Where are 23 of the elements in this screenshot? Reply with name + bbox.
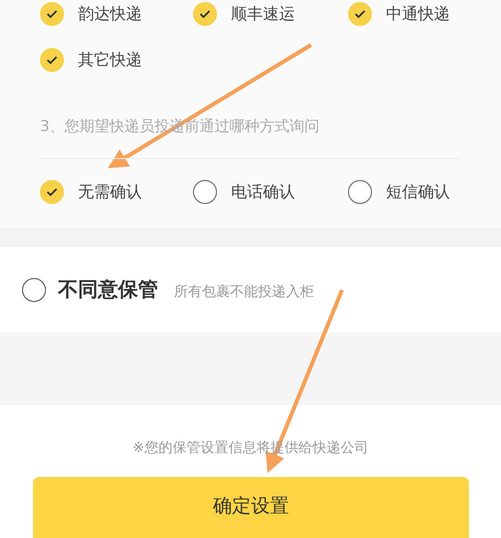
option-label: 电话确认 (231, 182, 295, 202)
checkbox[interactable] (40, 2, 64, 26)
check-icon (46, 9, 58, 19)
option-label: 无需确认 (78, 182, 142, 202)
option-label: 不同意保管 (58, 276, 158, 303)
checkbox[interactable] (40, 48, 64, 72)
option-label: 顺丰速运 (231, 4, 295, 24)
radio-button[interactable] (193, 180, 217, 204)
check-icon (354, 9, 366, 19)
checkbox[interactable] (348, 2, 372, 26)
radio-button[interactable] (348, 180, 372, 204)
option-label: 中通快递 (386, 4, 450, 24)
option-description: 所有包裹不能投递入柜 (174, 282, 314, 300)
check-icon (199, 9, 211, 19)
option-label: 短信确认 (386, 182, 450, 202)
option-label: 韵达快递 (78, 4, 142, 24)
radio-button[interactable] (22, 278, 46, 302)
checkbox[interactable] (193, 2, 217, 26)
radio-button[interactable] (40, 180, 64, 204)
check-icon (46, 187, 58, 197)
option-label: 其它快递 (78, 50, 142, 70)
check-icon (46, 55, 58, 65)
confirm-button[interactable]: 确定设置 (33, 477, 469, 538)
